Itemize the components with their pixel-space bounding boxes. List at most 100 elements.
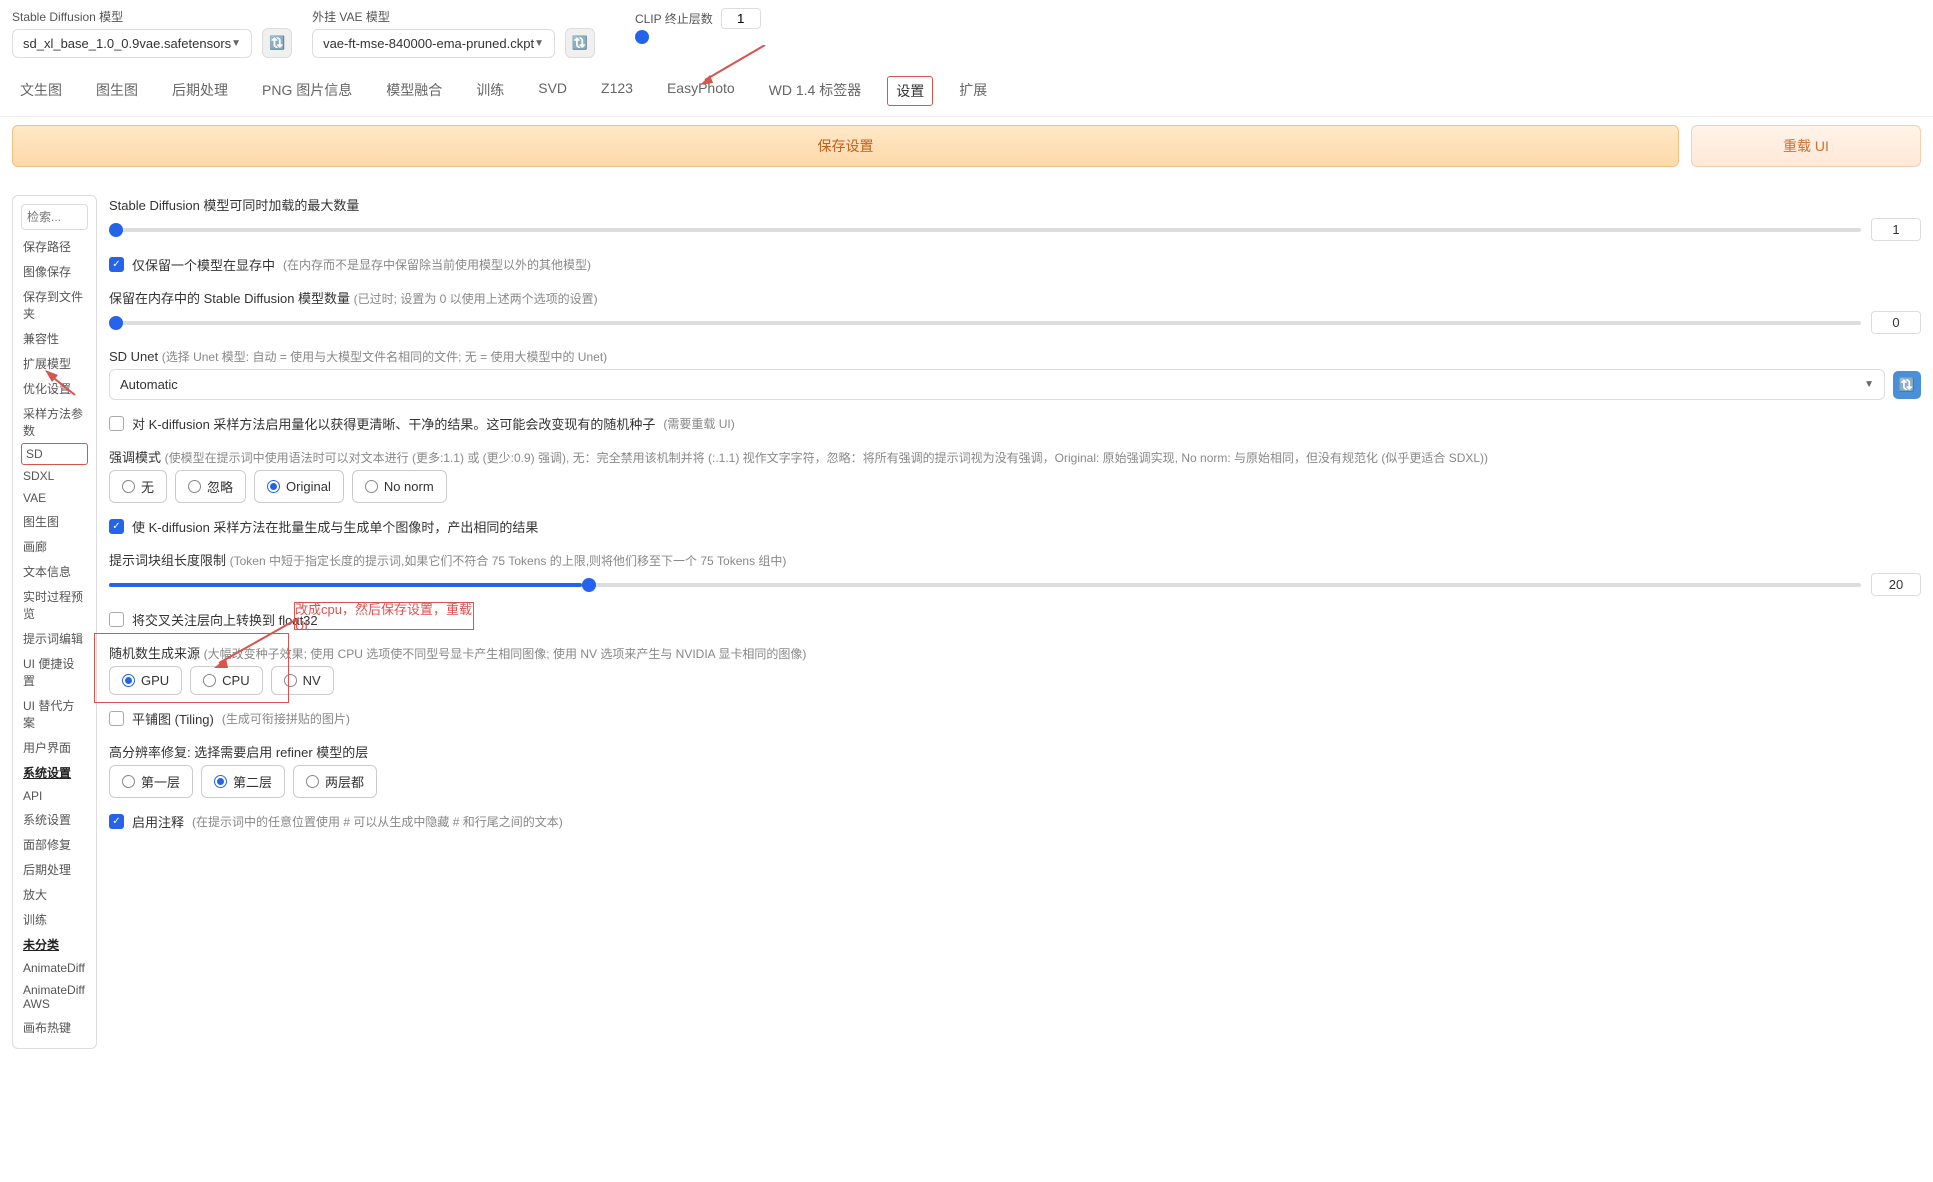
sidebar-search-input[interactable] <box>21 204 88 230</box>
chevron-down-icon: ▼ <box>534 38 544 49</box>
sd-model-label: Stable Diffusion 模型 <box>12 8 252 25</box>
sidebar-item-23[interactable]: 放大 <box>21 882 88 907</box>
tab-9[interactable]: WD 1.4 标签器 <box>761 76 870 106</box>
sidebar-item-13[interactable]: 实时过程预览 <box>21 584 88 626</box>
sidebar-item-16[interactable]: UI 替代方案 <box>21 693 88 735</box>
rng-radio-1[interactable]: CPU <box>190 666 262 695</box>
refiner-radio-label-1: 第二层 <box>233 772 272 791</box>
mem-count-hint: (已过时; 设置为 0 以使用上述两个选项的设置) <box>354 292 598 306</box>
radio-circle-icon <box>306 775 319 788</box>
keep-one-checkbox[interactable]: ✓ <box>109 257 124 272</box>
sidebar-item-10[interactable]: 图生图 <box>21 509 88 534</box>
max-models-label: Stable Diffusion 模型可同时加载的最大数量 <box>109 195 1921 214</box>
radio-circle-icon <box>284 674 297 687</box>
tab-7[interactable]: Z123 <box>593 76 641 106</box>
emphasis-radio-0[interactable]: 无 <box>109 470 167 503</box>
sidebar-item-26[interactable]: AnimateDiff <box>21 957 88 979</box>
token-limit-hint: (Token 中短于指定长度的提示词,如果它们不符合 75 Tokens 的上限… <box>230 554 787 568</box>
rng-radio-2[interactable]: NV <box>271 666 334 695</box>
vae-label: 外挂 VAE 模型 <box>312 8 555 25</box>
sidebar-item-1[interactable]: 图像保存 <box>21 259 88 284</box>
tab-1[interactable]: 图生图 <box>88 76 146 106</box>
tab-10[interactable]: 设置 <box>887 76 933 106</box>
refiner-radio-2[interactable]: 两层都 <box>293 765 377 798</box>
sd-model-refresh-button[interactable]: 🔃 <box>262 28 292 58</box>
emphasis-radio-1[interactable]: 忽略 <box>175 470 246 503</box>
sidebar-item-15[interactable]: UI 便捷设置 <box>21 651 88 693</box>
refiner-label: 高分辨率修复: 选择需要启用 refiner 模型的层 <box>109 742 1921 761</box>
sidebar-item-24[interactable]: 训练 <box>21 907 88 932</box>
vae-refresh-button[interactable]: 🔃 <box>565 28 595 58</box>
unet-dropdown[interactable]: Automatic ▼ <box>109 369 1885 400</box>
float32-checkbox[interactable] <box>109 612 124 627</box>
float32-label: 将交叉关注层向上转换到 float32 <box>132 610 318 629</box>
mem-count-slider[interactable] <box>109 321 1861 325</box>
tab-5[interactable]: 训练 <box>468 76 512 106</box>
sidebar-item-9[interactable]: VAE <box>21 487 88 509</box>
sidebar-item-27[interactable]: AnimateDiff AWS <box>21 979 88 1015</box>
refiner-radio-label-2: 两层都 <box>325 772 364 791</box>
sidebar-item-7[interactable]: SD <box>21 443 88 465</box>
tab-4[interactable]: 模型融合 <box>378 76 450 106</box>
tab-6[interactable]: SVD <box>530 76 575 106</box>
mem-count-value[interactable]: 0 <box>1871 311 1921 334</box>
tab-11[interactable]: 扩展 <box>951 76 995 106</box>
clip-label: CLIP 终止层数 <box>635 10 713 27</box>
sidebar-item-14[interactable]: 提示词编辑 <box>21 626 88 651</box>
sidebar-item-8[interactable]: SDXL <box>21 465 88 487</box>
sd-model-dropdown[interactable]: sd_xl_base_1.0_0.9vae.safetensors ▼ <box>12 29 252 58</box>
tab-2[interactable]: 后期处理 <box>164 76 236 106</box>
vae-dropdown[interactable]: vae-ft-mse-840000-ema-pruned.ckpt ▼ <box>312 29 555 58</box>
sidebar-item-2[interactable]: 保存到文件夹 <box>21 284 88 326</box>
chevron-down-icon: ▼ <box>1864 379 1874 390</box>
rng-radio-0[interactable]: GPU <box>109 666 182 695</box>
refiner-radio-0[interactable]: 第一层 <box>109 765 193 798</box>
sidebar-item-21[interactable]: 面部修复 <box>21 832 88 857</box>
tab-8[interactable]: EasyPhoto <box>659 76 743 106</box>
sidebar-item-18[interactable]: 系统设置 <box>21 760 88 785</box>
token-limit-slider[interactable] <box>109 583 1861 587</box>
sidebar-item-28[interactable]: 画布热键 <box>21 1015 88 1040</box>
rng-radio-label-2: NV <box>303 673 321 688</box>
clip-value-input[interactable] <box>721 8 761 29</box>
tab-3[interactable]: PNG 图片信息 <box>254 76 360 106</box>
mem-count-label: 保留在内存中的 Stable Diffusion 模型数量 <box>109 291 350 306</box>
emphasis-label: 强调模式 <box>109 450 161 465</box>
chevron-down-icon: ▼ <box>231 38 241 49</box>
sidebar-item-0[interactable]: 保存路径 <box>21 234 88 259</box>
token-limit-value[interactable]: 20 <box>1871 573 1921 596</box>
radio-circle-icon <box>267 480 280 493</box>
emphasis-radio-3[interactable]: No norm <box>352 470 447 503</box>
sidebar-item-6[interactable]: 采样方法参数 <box>21 401 88 443</box>
emphasis-radio-2[interactable]: Original <box>254 470 344 503</box>
sidebar-item-20[interactable]: 系统设置 <box>21 807 88 832</box>
sidebar-item-4[interactable]: 扩展模型 <box>21 351 88 376</box>
refiner-radio-1[interactable]: 第二层 <box>201 765 285 798</box>
tiling-checkbox[interactable] <box>109 711 124 726</box>
batch-same-checkbox[interactable]: ✓ <box>109 519 124 534</box>
rng-radio-label-0: GPU <box>141 673 169 688</box>
emphasis-radio-label-0: 无 <box>141 477 154 496</box>
tiling-hint: (生成可衔接拼贴的图片) <box>222 710 350 727</box>
sidebar-item-25[interactable]: 未分类 <box>21 932 88 957</box>
max-models-slider[interactable] <box>109 228 1861 232</box>
radio-circle-icon <box>122 775 135 788</box>
kdiff-quant-checkbox[interactable] <box>109 416 124 431</box>
save-settings-button[interactable]: 保存设置 <box>12 125 1679 167</box>
sidebar-item-5[interactable]: 优化设置 <box>21 376 88 401</box>
sidebar-item-19[interactable]: API <box>21 785 88 807</box>
sidebar-item-11[interactable]: 画廊 <box>21 534 88 559</box>
sidebar-item-22[interactable]: 后期处理 <box>21 857 88 882</box>
unet-hint: (选择 Unet 模型: 自动 = 使用与大模型文件名相同的文件; 无 = 使用… <box>162 350 607 364</box>
kdiff-quant-label: 对 K-diffusion 采样方法启用量化以获得更清晰、干净的结果。这可能会改… <box>132 414 655 433</box>
tab-0[interactable]: 文生图 <box>12 76 70 106</box>
sidebar-item-17[interactable]: 用户界面 <box>21 735 88 760</box>
tiling-label: 平铺图 (Tiling) <box>132 709 214 728</box>
unet-refresh-button[interactable]: 🔃 <box>1893 371 1921 399</box>
sidebar-item-3[interactable]: 兼容性 <box>21 326 88 351</box>
comments-checkbox[interactable]: ✓ <box>109 814 124 829</box>
max-models-value[interactable]: 1 <box>1871 218 1921 241</box>
sidebar-item-12[interactable]: 文本信息 <box>21 559 88 584</box>
reload-ui-button[interactable]: 重载 UI <box>1691 125 1921 167</box>
keep-one-hint: (在内存而不是显存中保留除当前使用模型以外的其他模型) <box>283 256 591 273</box>
